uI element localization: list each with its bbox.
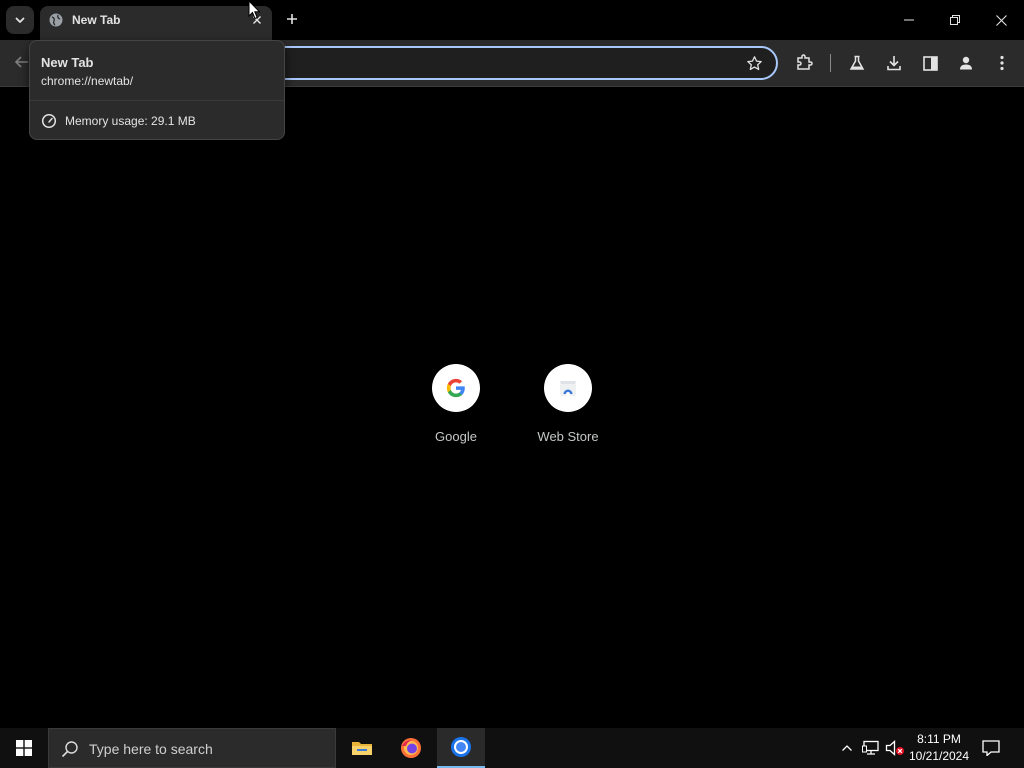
- system-clock[interactable]: 8:11 PM 10/21/2024: [904, 731, 974, 765]
- taskbar-search-placeholder: Type here to search: [89, 741, 213, 757]
- new-tab-button[interactable]: [281, 8, 303, 30]
- minimize-icon: [904, 19, 914, 21]
- side-panel-button[interactable]: [918, 51, 942, 75]
- screen: New Tab New Tab chrome://newtab/ Memory …: [0, 0, 1024, 768]
- hover-card-title: New Tab: [41, 55, 94, 70]
- shortcut-web-store-tile: [544, 364, 592, 412]
- tab-new-tab[interactable]: New Tab: [40, 6, 272, 40]
- more-vert-icon: [1000, 55, 1004, 71]
- minimize-button[interactable]: [886, 0, 932, 40]
- start-button[interactable]: [0, 728, 48, 768]
- hover-card-memory: Memory usage: 29.1 MB: [65, 114, 196, 128]
- chevron-down-icon: [15, 17, 25, 23]
- menu-button[interactable]: [990, 51, 1014, 75]
- gauge-icon: [41, 113, 57, 129]
- hover-card-divider: [30, 100, 284, 101]
- close-icon: [995, 14, 1007, 26]
- web-store-icon: [560, 381, 576, 396]
- windows-logo-icon: [16, 740, 32, 756]
- search-icon: [61, 741, 78, 758]
- volume-button[interactable]: [885, 738, 905, 758]
- google-logo-icon: [446, 378, 465, 398]
- star-icon: [746, 55, 762, 70]
- restore-icon: [950, 15, 960, 25]
- downloads-button[interactable]: [882, 51, 906, 75]
- shortcut-label: Google: [435, 429, 477, 444]
- bookmark-star-button[interactable]: [744, 53, 764, 73]
- tab-search-button[interactable]: [6, 6, 34, 34]
- taskbar-chrome[interactable]: [437, 728, 485, 768]
- labs-button[interactable]: [845, 51, 869, 75]
- tab-title: New Tab: [72, 13, 121, 27]
- shortcut-web-store[interactable]: Web Store: [528, 364, 608, 448]
- shortcut-label: Web Store: [537, 429, 599, 444]
- chevron-up-icon: [842, 745, 852, 751]
- address-bar[interactable]: [240, 46, 778, 80]
- person-icon: [960, 56, 972, 70]
- taskbar-search-box[interactable]: Type here to search: [48, 728, 336, 768]
- side-panel-icon: [922, 55, 938, 71]
- toolbar-separator: [830, 54, 831, 72]
- notification-icon: [982, 740, 1000, 756]
- show-hidden-icons-button[interactable]: [837, 738, 857, 758]
- download-icon: [887, 56, 901, 71]
- hover-card-url: chrome://newtab/: [41, 74, 134, 88]
- taskbar-firefox[interactable]: [387, 728, 435, 768]
- arrow-left-icon: [14, 56, 28, 68]
- puzzle-icon: [797, 54, 813, 70]
- taskbar-file-explorer[interactable]: [338, 728, 386, 768]
- close-window-button[interactable]: [978, 0, 1024, 40]
- tab-strip: New Tab: [0, 0, 1024, 40]
- windows-taskbar: Type here to search 8:11 PM 10/21/2024: [0, 728, 1024, 768]
- shortcut-google-tile: [432, 364, 480, 412]
- shortcut-google[interactable]: Google: [416, 364, 496, 448]
- action-center-button[interactable]: [981, 738, 1001, 758]
- globe-icon: [49, 13, 63, 27]
- flask-icon: [849, 55, 865, 70]
- plus-icon: [287, 14, 297, 24]
- chrome-icon: [451, 737, 471, 757]
- file-explorer-icon: [352, 742, 372, 755]
- network-icon: [862, 740, 879, 755]
- volume-muted-icon: [885, 740, 904, 756]
- mouse-cursor-icon: [248, 0, 261, 20]
- profile-button[interactable]: [954, 51, 978, 75]
- restore-button[interactable]: [932, 0, 978, 40]
- clock-date: 10/21/2024: [908, 749, 970, 763]
- extensions-button[interactable]: [792, 51, 816, 75]
- network-status-button[interactable]: [861, 738, 881, 758]
- firefox-icon: [401, 738, 421, 758]
- clock-time: 8:11 PM: [917, 732, 961, 746]
- tab-hover-card: New Tab chrome://newtab/ Memory usage: 2…: [29, 40, 285, 140]
